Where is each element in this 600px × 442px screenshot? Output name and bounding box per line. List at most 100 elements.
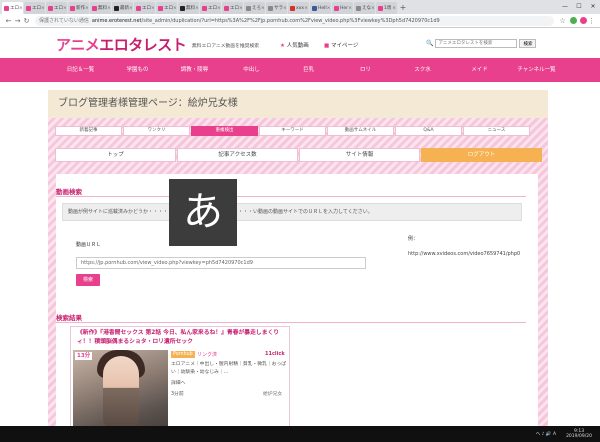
tab-close-icon[interactable]: × [85,6,89,11]
tab-close-icon[interactable]: × [217,6,221,11]
tab-close-icon[interactable]: × [63,6,67,11]
browser-tab[interactable]: xxx × [288,2,309,14]
tab-title: えろ [252,6,261,11]
browser-tab[interactable]: Hell × [310,2,331,14]
main-nav-item[interactable]: 日記＆一覧 [52,58,109,82]
menu-icon[interactable]: ⋮ [587,17,596,25]
video-url-input[interactable] [76,257,366,269]
close-window-button[interactable]: ✕ [586,0,600,14]
admin-tab[interactable]: サイト情報 [299,148,420,162]
browser-tab[interactable]: エロ × [222,2,243,14]
example-label: 例： [408,236,419,242]
url-field[interactable]: 保護されていない通信 anime.eroterest.net/site_admi… [35,15,554,26]
thumbnail-figure [103,356,139,426]
taskbar: へ ♪ 🔊 A 9:13 2019/09/20 [0,426,600,442]
example-url: http://www.xvideos.com/video7659741/php0 [408,251,521,257]
tab-favicon-icon [158,5,163,11]
tray-icons[interactable]: へ ♪ 🔊 A [536,431,556,437]
browser-tab[interactable]: エロ × [46,2,67,14]
browser-tab[interactable]: エロ × [156,2,177,14]
tab-title: Her [340,5,349,11]
bookmark-star-icon[interactable]: ☆ [558,17,567,25]
browser-tab[interactable]: エロ × [134,2,155,14]
admin-tab[interactable]: 重複検出 [191,126,258,136]
tab-close-icon[interactable]: × [327,6,331,11]
browser-tab[interactable]: えな × [354,2,375,14]
main-nav-item[interactable]: メイド [451,58,508,82]
tab-close-icon[interactable]: × [129,6,133,11]
tab-close-icon[interactable]: × [283,6,287,11]
browser-tab[interactable]: 1周 × [376,2,397,14]
security-label[interactable]: 保護されていない通信 [39,17,89,24]
admin-tab[interactable]: 動画サムネイル [327,126,394,136]
video-search-button[interactable]: 検索 [76,274,100,286]
site-search-input[interactable] [435,39,518,48]
main-nav-item[interactable]: 調教・陵辱 [166,58,223,82]
tab-close-icon[interactable]: × [195,6,199,11]
result-title[interactable]: 《新作》『港香間セックス 第2話 今日、私ん家来るね！』青春が暴走しまくりィ！！… [77,329,287,347]
tab-strip: エロ × エロ × エロ × 新作 × 無料 × 最新 × エロ × エロ × 無料 × エロ × エロ × えろ × サラ × x… [2,2,398,14]
tab-close-icon[interactable]: × [107,6,111,11]
browser-tab[interactable]: 無料 × [90,2,111,14]
site-search-button[interactable]: 検索 [519,39,537,48]
url-path: /site_admin/duplication/?url=https%3A%2F… [141,17,440,24]
click-count: 11click [265,351,285,357]
admin-tab[interactable]: トップ [55,148,176,162]
admin-tab[interactable]: 新着記事 [55,126,122,136]
tab-close-icon[interactable]: × [348,6,352,11]
new-tab-button[interactable]: + [398,2,408,14]
browser-tab[interactable]: 無料 × [178,2,199,14]
browser-tab[interactable]: 最新 × [112,2,133,14]
notice-box: 動画が例サイトに巡載済みかどうか・・・・・・・・・・・・・・・・・・・・・い動画… [62,203,522,221]
extension-icon[interactable] [570,17,577,24]
admin-tab[interactable]: キーワード [259,126,326,136]
browser-tab[interactable]: 新作 × [68,2,89,14]
tab-title: xxx [296,5,304,11]
back-icon[interactable]: ← [4,17,13,25]
result-card[interactable]: 《新作》『港香間セックス 第2話 今日、私ん家来るね！』青春が暴走しまくりィ！！… [70,326,290,441]
admin-tab[interactable]: ログアウト [421,148,542,162]
tab-close-icon[interactable]: × [151,6,155,11]
page-title: ブログ管理者様管理ページ：絵炉兄女様 [48,90,548,118]
main-nav-item[interactable]: ロリ [337,58,394,82]
mypage-link[interactable]: ■ マイページ [324,41,358,49]
tab-close-icon[interactable]: × [41,6,45,11]
tab-close-icon[interactable]: × [304,6,308,11]
main-nav-item[interactable]: スク水 [394,58,451,82]
admin-tab[interactable]: ワンクリ [123,126,190,136]
browser-tab[interactable]: エロ × [24,2,45,14]
tab-favicon-icon [334,5,339,11]
results-title: 検索結果 [56,314,82,322]
site-logo[interactable]: アニメエロタレスト [56,34,187,55]
browser-tab[interactable]: えろ × [244,2,265,14]
admin-tab[interactable]: 記事アクセス数 [177,148,298,162]
browser-tab[interactable]: エロ × [200,2,221,14]
tab-close-icon[interactable]: × [239,6,243,11]
main-nav-item[interactable]: チャンネル一覧 [508,58,565,82]
admin-tab[interactable]: ニュース [463,126,530,136]
minimize-button[interactable]: — [558,0,572,14]
browser-tab[interactable]: サラ × [266,2,287,14]
browser-tab[interactable]: Her × [332,2,353,14]
tab-title: 1周 [384,6,392,11]
browser-tab[interactable]: エロ × [2,2,23,14]
details-link[interactable]: 詳細へ [171,379,185,386]
forward-icon[interactable]: → [13,17,22,25]
main-nav-item[interactable]: 中出し [223,58,280,82]
tab-close-icon[interactable]: × [173,6,177,11]
tab-close-icon[interactable]: × [19,6,23,11]
maximize-button[interactable]: ☐ [572,0,586,14]
main-nav-item[interactable]: 巨乳 [280,58,337,82]
profile-icon[interactable] [580,17,587,24]
clock[interactable]: 9:13 2019/09/20 [561,429,592,439]
result-tags: エロアニメ｜中出し・膣内射精｜貧乳・微乳｜おっぱい｜幼馴染・幼なじみ｜... [171,362,287,375]
main-nav-item[interactable]: 学園もの [109,58,166,82]
reload-icon[interactable]: ↻ [22,17,31,25]
popular-videos-link[interactable]: ★ 人気動画 [280,41,309,49]
admin-tab[interactable]: Q&A [395,126,462,136]
logo-sub: エロタレスト [99,36,187,54]
tab-title: エロ [32,6,41,11]
tab-close-icon[interactable]: × [392,6,396,11]
tab-close-icon[interactable]: × [261,6,265,11]
tab-close-icon[interactable]: × [371,6,375,11]
